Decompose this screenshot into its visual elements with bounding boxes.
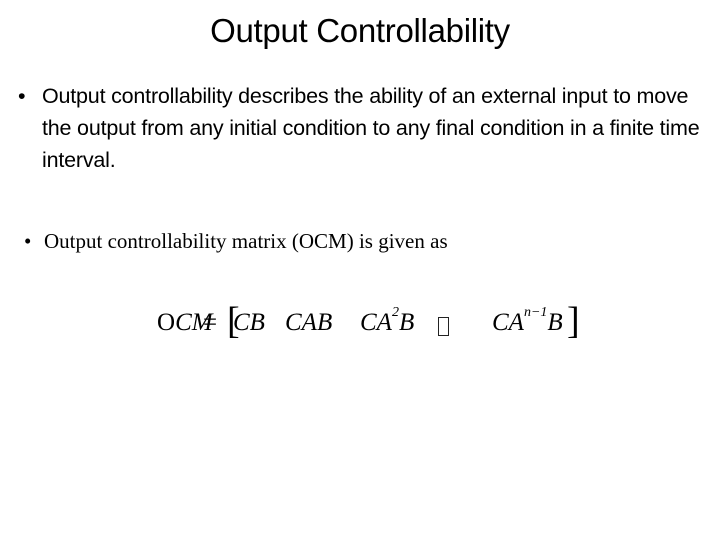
term-can1b-b: B	[547, 309, 563, 336]
term-cb: CB	[233, 309, 265, 336]
bullet-text: Output controllability describes the abi…	[42, 84, 700, 172]
slide-title: Output Controllability	[210, 12, 510, 49]
bullet-marker: •	[18, 84, 26, 108]
equation-equals: =	[203, 309, 218, 336]
term-can1b-base: CA	[492, 309, 524, 336]
lhs-o: O	[157, 309, 176, 336]
term-ca2b-b: B	[398, 309, 415, 336]
bullet-item-definition: • Output controllability describes the a…	[18, 80, 718, 176]
bullet-marker: •	[24, 229, 32, 253]
term-ca2b-exponent: 2	[391, 305, 399, 320]
bullet-text: Output controllability matrix (OCM) is g…	[44, 229, 448, 253]
term-ca2b: CA2B	[360, 305, 415, 337]
bullet-item-ocm: • Output controllability matrix (OCM) is…	[24, 226, 714, 256]
right-bracket: ]	[567, 300, 580, 342]
missing-glyph-box-icon	[438, 315, 449, 343]
term-can1b: CAn−1B	[492, 305, 563, 337]
term-can1b-exponent: n−1	[523, 305, 548, 320]
term-cab: CAB	[285, 309, 333, 336]
term-ca2b-base: CA	[360, 309, 392, 336]
